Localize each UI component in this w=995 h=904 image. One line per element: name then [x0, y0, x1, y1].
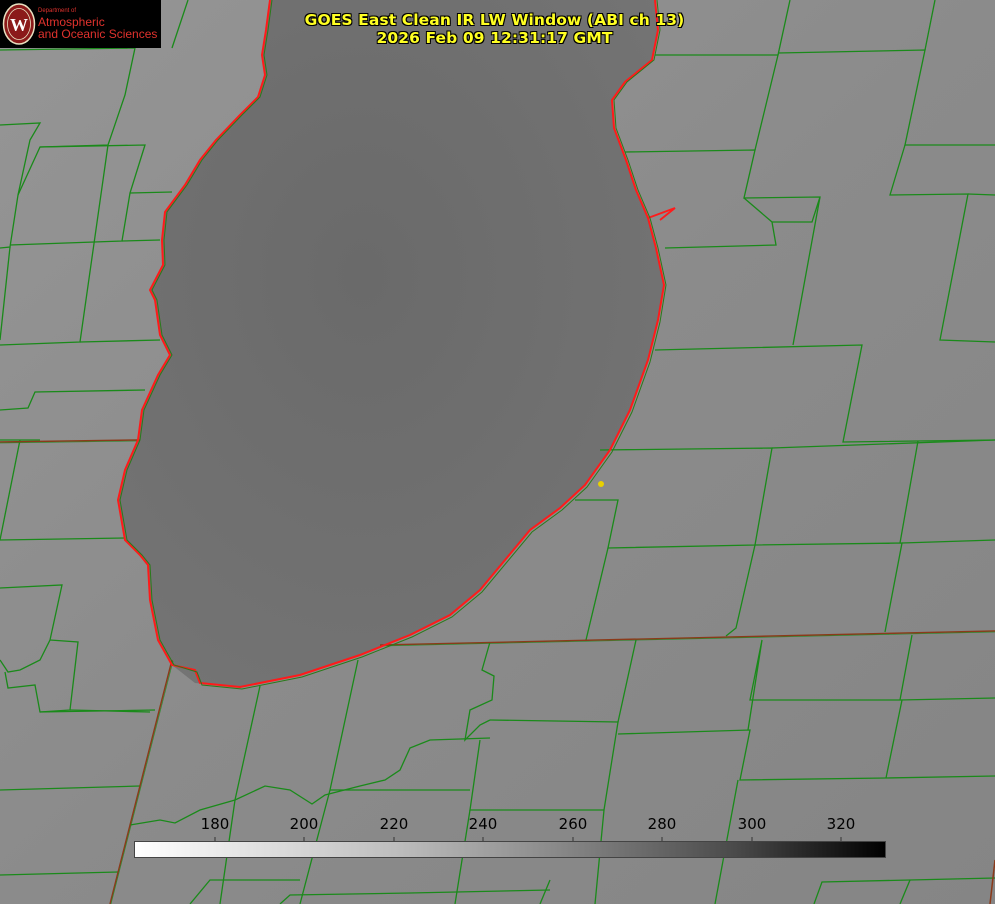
colorbar — [134, 841, 886, 858]
colorbar-tick-labels: 180 200 220 240 260 280 300 320 — [0, 814, 995, 834]
colorbar-tick-label: 220 — [379, 815, 409, 833]
colorbar-tick-label: 200 — [289, 815, 319, 833]
colorbar-tick-label: 240 — [468, 815, 498, 833]
title-product: GOES East Clean IR LW Window (ABI ch 13) — [304, 11, 685, 29]
location-marker — [598, 481, 604, 487]
image-title: GOES East Clean IR LW Window (ABI ch 13)… — [0, 11, 995, 47]
colorbar-tick-label: 280 — [647, 815, 677, 833]
title-timestamp: 2026 Feb 09 12:31:17 GMT — [376, 29, 613, 47]
colorbar-tick-label: 320 — [826, 815, 856, 833]
satellite-map — [0, 0, 995, 904]
colorbar-tick-label: 260 — [558, 815, 588, 833]
colorbar-tick-label: 180 — [200, 815, 230, 833]
satellite-image-view: W Department of Atmospheric and Oceanic … — [0, 0, 995, 904]
colorbar-tick-label: 300 — [737, 815, 767, 833]
